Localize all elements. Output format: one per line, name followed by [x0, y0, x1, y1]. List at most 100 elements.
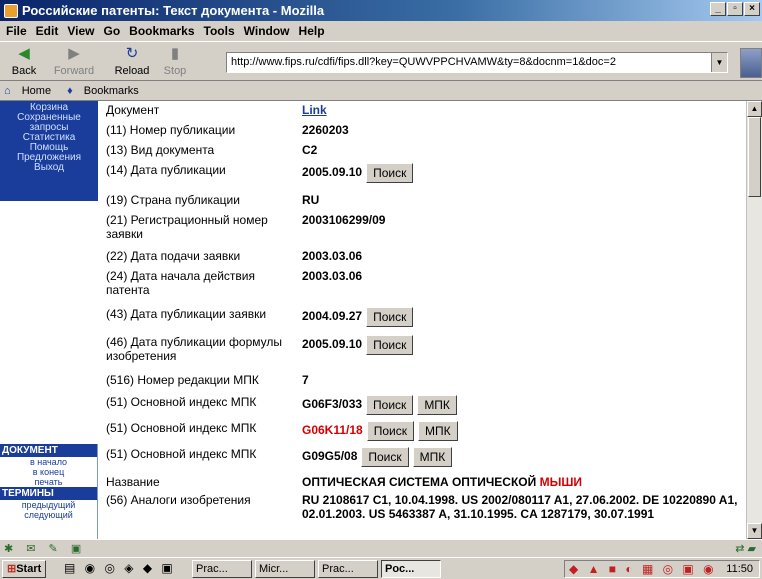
back-button[interactable]: ◀ Back [2, 45, 46, 79]
sidebar-link-start[interactable]: в начало [0, 457, 97, 467]
ipc-code: G09G5/08 [302, 449, 358, 464]
search-button[interactable]: Поиск [366, 395, 414, 415]
sidebar-document-heading: ДОКУМЕНТ [0, 444, 97, 457]
ipc-button[interactable]: МПК [417, 421, 458, 441]
field-label: (516) Номер редакции МПК [106, 373, 259, 387]
bookmarks-label: Bookmarks [83, 84, 139, 97]
menu-go[interactable]: Go [103, 24, 120, 38]
sidebar-link-exit[interactable]: Выход [0, 163, 98, 173]
back-label: Back [11, 65, 37, 77]
sidebar-link-print[interactable]: печать [0, 477, 97, 487]
field-label: Название [106, 475, 160, 489]
restore-button[interactable]: ▫ [727, 2, 743, 16]
connection-status-icon: ⇄ ▰ [735, 543, 756, 555]
page-content: Корзина Сохраненные запросы Статистика П… [0, 101, 762, 539]
ipc-button[interactable]: МПК [412, 447, 453, 467]
start-button[interactable]: ⊞Start [2, 560, 47, 578]
ipc-button[interactable]: МПК [417, 395, 457, 415]
scroll-thumb[interactable] [748, 117, 761, 197]
search-button[interactable]: Поиск [366, 307, 414, 327]
scroll-down-arrow-icon[interactable]: ▼ [747, 523, 762, 539]
forward-label: Forward [53, 65, 95, 77]
task-label: Prac... [322, 563, 354, 575]
sidebar-link-end[interactable]: в конец [0, 467, 97, 477]
field-value: 2005.09.10 [302, 337, 363, 352]
stop-button[interactable]: ▮ Stop [158, 45, 192, 79]
taskbar-button-1[interactable]: Prac... [192, 560, 252, 578]
ipc-code-highlighted: G06K11/18 [302, 423, 363, 438]
field-label: (22) Дата подачи заявки [106, 249, 241, 263]
url-input[interactable]: http://www.fips.ru/cdfi/fips.dll?key=QUW… [226, 52, 728, 73]
title-bar: Российские патенты: Текст документа - Mo… [0, 0, 762, 21]
stop-icon: ▮ [170, 45, 180, 62]
taskbar-button-3[interactable]: Prac... [318, 560, 378, 578]
field-value: 2003.03.06 [302, 269, 363, 283]
start-label: Start [16, 563, 42, 575]
url-dropdown-chevron-icon[interactable]: ▼ [711, 53, 727, 72]
menu-edit[interactable]: Edit [36, 24, 59, 38]
menu-tools[interactable]: Tools [204, 24, 235, 38]
document-link[interactable]: Link [302, 103, 327, 117]
reload-label: Reload [114, 65, 150, 77]
navigation-toolbar: ◀ Back ▶ Forward ↻ Reload ▮ Stop http://… [0, 41, 762, 81]
field-value-with-button: 2004.09.27 Поиск [302, 307, 414, 327]
status-component-icons[interactable]: ✱ ✉ ✎ ▣ [4, 542, 86, 555]
field-value-with-button: 2005.09.10 Поиск [302, 335, 414, 355]
sidebar-link-next[interactable]: следующий [0, 510, 97, 520]
personal-toolbar: ⌂ Home ♦ Bookmarks [0, 81, 762, 101]
ipc-code: G06F3/033 [302, 397, 363, 412]
taskbar-button-mozilla[interactable]: Poc... [381, 560, 441, 578]
forward-button[interactable]: ▶ Forward [52, 45, 96, 79]
field-label: (51) Основной индекс МПК [106, 447, 257, 461]
mozilla-throbber-icon[interactable] [740, 48, 762, 78]
menu-help[interactable]: Help [299, 24, 325, 38]
bookmarks-button[interactable]: ♦ Bookmarks [67, 85, 147, 97]
system-tray: ◆ ▲ ■ ◐ ▦ ◎ ▣ ◉ 11:50 [564, 560, 760, 578]
page-url: http://www.fips.ru/cdfi/fips.dll?key=QUW… [231, 56, 616, 68]
back-arrow-icon: ◀ [18, 45, 30, 62]
close-button[interactable]: × [744, 2, 760, 16]
forward-arrow-icon: ▶ [68, 45, 80, 62]
field-label: (51) Основной индекс МПК [106, 395, 257, 409]
menu-file[interactable]: File [6, 24, 27, 38]
taskbar-button-2[interactable]: Micr... [255, 560, 315, 578]
field-value-with-buttons: G06F3/033 Поиск МПК [302, 395, 457, 415]
search-button[interactable]: Поиск [366, 421, 414, 441]
sidebar-terms-heading: ТЕРМИНЫ [0, 487, 97, 500]
search-button[interactable]: Поиск [366, 335, 414, 355]
search-button[interactable]: Поиск [366, 163, 414, 183]
tray-icons[interactable]: ◆ ▲ ■ ◐ ▦ ◎ ▣ ◉ [569, 562, 717, 576]
invention-title-text: ОПТИЧЕСКАЯ СИСТЕМА ОПТИЧЕСКОЙ [302, 475, 537, 489]
vertical-scrollbar[interactable]: ▲ ▼ [746, 101, 762, 539]
field-value: RU [302, 193, 320, 207]
field-label: (11) Номер публикации [106, 123, 236, 137]
sidebar-link-previous[interactable]: предыдущий [0, 500, 97, 510]
field-value: 2004.09.27 [302, 309, 363, 324]
field-label: (13) Вид документа [106, 143, 215, 157]
clock: 11:50 [726, 563, 753, 575]
task-label: Prac... [196, 563, 228, 575]
minimize-button[interactable]: _ [710, 2, 726, 16]
search-button[interactable]: Поиск [361, 447, 409, 467]
home-button[interactable]: ⌂ Home [4, 85, 59, 97]
home-icon: ⌂ [4, 84, 11, 97]
field-value: 2260203 [302, 123, 349, 137]
menu-bookmarks[interactable]: Bookmarks [129, 24, 194, 38]
windows-taskbar: ⊞Start ▤ ◉ ◎ ◈ ◆ ▣ Prac... Micr... Prac.… [0, 557, 762, 579]
field-value: 2005.09.10 [302, 165, 363, 180]
field-label: (21) Регистрационный номер заявки [106, 213, 268, 241]
field-value: 2003106299/09 [302, 213, 386, 227]
status-bar: ✱ ✉ ✎ ▣ ⇄ ▰ [0, 539, 762, 557]
home-label: Home [21, 84, 52, 97]
field-value: C2 [302, 143, 318, 157]
quick-launch-icons[interactable]: ▤ ◉ ◎ ◈ ◆ ▣ [64, 561, 176, 575]
mozilla-app-icon [4, 3, 18, 18]
menu-window[interactable]: Window [244, 24, 290, 38]
sidebar-document-panel: ДОКУМЕНТ в начало в конец печать ТЕРМИНЫ… [0, 444, 98, 539]
menu-view[interactable]: View [67, 24, 94, 38]
field-value: 7 [302, 373, 309, 387]
reload-button[interactable]: ↻ Reload [110, 45, 154, 79]
invention-title: ОПТИЧЕСКАЯ СИСТЕМА ОПТИЧЕСКОЙ МЫШИ [302, 475, 582, 489]
scroll-up-arrow-icon[interactable]: ▲ [747, 101, 762, 117]
field-label: (43) Дата публикации заявки [106, 307, 267, 321]
